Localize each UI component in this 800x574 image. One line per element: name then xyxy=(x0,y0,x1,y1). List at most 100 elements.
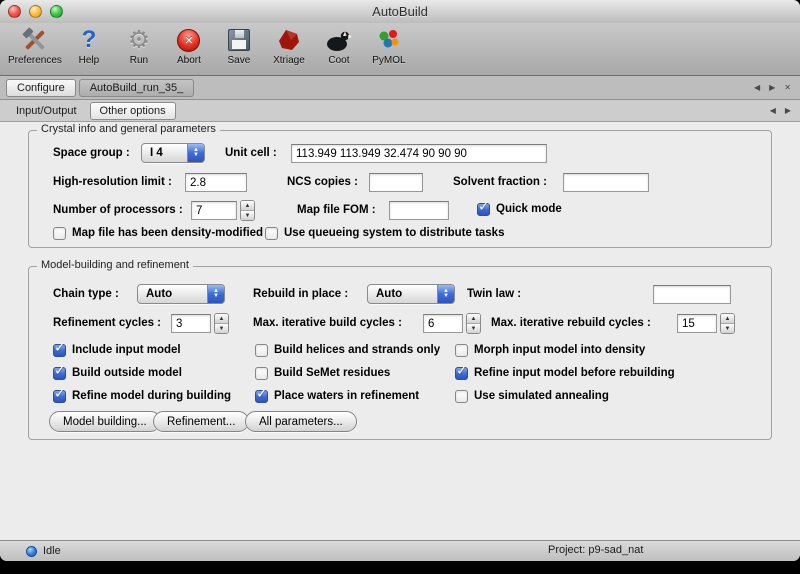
build-outside-model-checkbox[interactable]: ✓ Build outside model xyxy=(53,366,182,380)
include-input-model-checkbox[interactable]: ✓ Include input model xyxy=(53,343,181,357)
simulated-annealing-checkbox[interactable]: ✓ Use simulated annealing xyxy=(455,389,609,403)
checkbox-label: Map file has been density-modified xyxy=(72,227,263,239)
checkbox-box-icon: ✓ xyxy=(455,390,468,403)
tab-autobuild-run-35[interactable]: AutoBuild_run_35_ xyxy=(79,79,195,97)
tab-scroll-right-icon[interactable]: ▶ xyxy=(766,82,778,93)
stepper-down-icon[interactable]: ▼ xyxy=(721,324,734,333)
stepper-up-icon[interactable]: ▲ xyxy=(241,201,254,211)
coot-button[interactable]: Coot xyxy=(316,25,362,66)
map-fom-input[interactable] xyxy=(389,201,449,220)
twin-law-input[interactable] xyxy=(653,285,731,304)
run-gear-icon: ⚙ xyxy=(121,25,157,55)
stepper-down-icon[interactable]: ▼ xyxy=(467,324,480,333)
tool-label: Help xyxy=(79,55,100,66)
all-parameters-button[interactable]: All parameters... xyxy=(245,411,357,432)
map-fom-label: Map file FOM : xyxy=(297,204,376,216)
subtab-scroll-left-icon[interactable]: ◀ xyxy=(767,105,779,116)
max-rebuild-cycles-label: Max. iterative rebuild cycles : xyxy=(491,317,651,329)
popup-arrows-icon: ▲▼ xyxy=(207,285,224,303)
run-button[interactable]: ⚙ Run xyxy=(116,25,162,66)
checkbox-box-icon: ✓ xyxy=(265,227,278,240)
model-building-group: Model-building and refinement Chain type… xyxy=(28,266,772,440)
build-cycles-stepper[interactable]: ▲ ▼ xyxy=(466,313,481,334)
high-resolution-input[interactable] xyxy=(185,173,247,192)
rebuild-cycles-stepper[interactable]: ▲ ▼ xyxy=(720,313,735,334)
pymol-icon xyxy=(371,25,407,55)
help-button[interactable]: ? Help xyxy=(66,25,112,66)
twin-law-label: Twin law : xyxy=(467,288,521,300)
checkbox-label: Build helices and strands only xyxy=(274,344,440,356)
checkbox-label: Morph input model into density xyxy=(474,344,645,356)
refinement-cycles-input[interactable] xyxy=(171,314,211,333)
morph-input-model-checkbox[interactable]: ✓ Morph input model into density xyxy=(455,343,645,357)
xtriage-button[interactable]: Xtriage xyxy=(266,25,312,66)
tab-input-output[interactable]: Input/Output xyxy=(6,102,87,120)
rebuild-in-place-label: Rebuild in place : xyxy=(253,288,348,300)
tab-close-icon[interactable]: ✕ xyxy=(781,82,794,93)
toolbar: Preferences ? Help ⚙ Run ✕ Abort Save Xt… xyxy=(0,23,800,76)
pymol-button[interactable]: PyMOL xyxy=(366,25,412,66)
checkbox-box-icon: ✓ xyxy=(53,390,66,403)
tool-label: Coot xyxy=(328,55,349,66)
checkbox-box-icon: ✓ xyxy=(53,227,66,240)
place-waters-checkbox[interactable]: ✓ Place waters in refinement xyxy=(255,389,419,403)
stepper-down-icon[interactable]: ▼ xyxy=(215,324,228,333)
popup-arrows-icon: ▲▼ xyxy=(437,285,454,303)
window-title: AutoBuild xyxy=(372,4,428,19)
crystal-info-group: Crystal info and general parameters Spac… xyxy=(28,130,772,248)
processors-stepper[interactable]: ▲ ▼ xyxy=(240,200,255,221)
rebuild-in-place-select[interactable]: Auto ▲▼ xyxy=(367,284,455,304)
queueing-system-checkbox[interactable]: ✓ Use queueing system to distribute task… xyxy=(265,226,504,240)
stepper-down-icon[interactable]: ▼ xyxy=(241,211,254,220)
abort-button[interactable]: ✕ Abort xyxy=(166,25,212,66)
density-modified-checkbox[interactable]: ✓ Map file has been density-modified xyxy=(53,226,263,240)
refinement-cycles-stepper[interactable]: ▲ ▼ xyxy=(214,313,229,334)
processors-input[interactable] xyxy=(191,201,237,220)
chain-type-select[interactable]: Auto ▲▼ xyxy=(137,284,225,304)
status-indicator-icon xyxy=(26,546,37,557)
preferences-button[interactable]: Preferences xyxy=(8,25,62,66)
checkbox-box-icon: ✓ xyxy=(53,367,66,380)
checkbox-label: Refine input model before rebuilding xyxy=(474,367,675,379)
zoom-button[interactable] xyxy=(50,5,63,18)
minimize-button[interactable] xyxy=(29,5,42,18)
refine-input-model-checkbox[interactable]: ✓ Refine input model before rebuilding xyxy=(455,366,675,380)
model-building-button[interactable]: Model building... xyxy=(49,411,161,432)
max-rebuild-cycles-input[interactable] xyxy=(677,314,717,333)
tab-configure[interactable]: Configure xyxy=(6,79,76,97)
checkbox-label: Use simulated annealing xyxy=(474,390,609,402)
build-helices-checkbox[interactable]: ✓ Build helices and strands only xyxy=(255,343,440,357)
stepper-up-icon[interactable]: ▲ xyxy=(467,314,480,324)
max-build-cycles-label: Max. iterative build cycles : xyxy=(253,317,402,329)
ncs-copies-input[interactable] xyxy=(369,173,423,192)
unit-cell-label: Unit cell : xyxy=(225,147,277,159)
unit-cell-input[interactable] xyxy=(291,144,547,163)
max-build-cycles-input[interactable] xyxy=(423,314,463,333)
space-group-select[interactable]: I 4 ▲▼ xyxy=(141,143,205,163)
traffic-lights xyxy=(8,5,63,18)
checkbox-label: Place waters in refinement xyxy=(274,390,419,402)
status-bar: Idle Project: p9-sad_nat xyxy=(0,540,800,561)
tab-other-options[interactable]: Other options xyxy=(90,102,176,120)
quick-mode-checkbox[interactable]: ✓ Quick mode xyxy=(477,202,562,216)
solvent-fraction-input[interactable] xyxy=(563,173,649,192)
tool-label: Preferences xyxy=(8,55,62,66)
title-bar[interactable]: AutoBuild xyxy=(0,0,800,23)
close-button[interactable] xyxy=(8,5,21,18)
refine-during-building-checkbox[interactable]: ✓ Refine model during building xyxy=(53,389,231,403)
checkbox-box-icon: ✓ xyxy=(255,344,268,357)
save-button[interactable]: Save xyxy=(216,25,262,66)
subtab-scroll-right-icon[interactable]: ▶ xyxy=(782,105,794,116)
checkbox-label: Include input model xyxy=(72,344,181,356)
chain-type-label: Chain type : xyxy=(53,288,119,300)
selected-value: Auto xyxy=(376,288,402,300)
status-text: Idle xyxy=(43,545,61,557)
tab-scroll-left-icon[interactable]: ◀ xyxy=(751,82,763,93)
xtriage-icon xyxy=(271,25,307,55)
stepper-up-icon[interactable]: ▲ xyxy=(215,314,228,324)
refinement-button[interactable]: Refinement... xyxy=(153,411,249,432)
tool-label: Save xyxy=(228,55,251,66)
checkbox-box-icon: ✓ xyxy=(477,203,490,216)
build-semet-checkbox[interactable]: ✓ Build SeMet residues xyxy=(255,366,390,380)
stepper-up-icon[interactable]: ▲ xyxy=(721,314,734,324)
